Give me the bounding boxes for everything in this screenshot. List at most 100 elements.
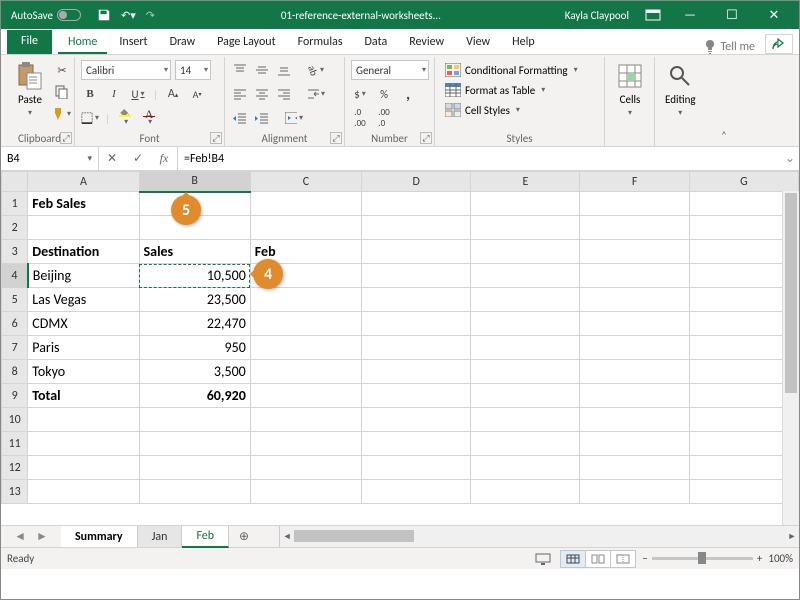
cut-icon[interactable]: ✂ xyxy=(53,61,71,79)
row-header[interactable]: 7 xyxy=(2,336,28,360)
align-left-icon[interactable] xyxy=(231,85,249,103)
merge-center-icon[interactable] xyxy=(285,109,303,127)
insert-function-button[interactable]: fx xyxy=(151,151,177,166)
page-break-view-button[interactable] xyxy=(610,550,636,568)
align-right-icon[interactable] xyxy=(275,85,293,103)
maximize-button[interactable]: ☐ xyxy=(711,1,753,29)
col-header-D[interactable]: D xyxy=(362,172,471,192)
tab-file[interactable]: File xyxy=(7,30,52,54)
font-color-button[interactable]: A xyxy=(140,109,158,127)
conditional-formatting-button[interactable]: Conditional Formatting xyxy=(441,61,582,79)
bold-button[interactable]: B xyxy=(81,85,99,103)
shrink-font-button[interactable]: A▾ xyxy=(188,85,206,103)
sheet-nav-prev[interactable]: ◄ xyxy=(14,529,26,544)
share-button[interactable] xyxy=(765,34,793,54)
sheet-tab-summary[interactable]: Summary xyxy=(61,526,138,547)
col-header-F[interactable]: F xyxy=(580,172,689,192)
user-name[interactable]: Kayla Claypool xyxy=(557,9,637,22)
enter-formula-button[interactable]: ✓ xyxy=(125,151,151,166)
autosave-toggle[interactable]: AutoSave xyxy=(5,9,87,22)
copy-icon[interactable] xyxy=(53,83,71,101)
row-header[interactable]: 4 xyxy=(2,264,28,288)
comma-format-icon[interactable]: , xyxy=(399,85,417,103)
sheet-tab-feb[interactable]: Feb xyxy=(182,526,229,548)
ribbon-options-icon[interactable] xyxy=(637,1,669,29)
fill-color-button[interactable] xyxy=(116,109,134,127)
editing-menu[interactable]: Editing ▾ xyxy=(661,59,700,120)
underline-button[interactable]: U xyxy=(129,85,147,103)
active-cell[interactable]: 10,500 xyxy=(139,264,250,288)
col-header-B[interactable]: B xyxy=(139,172,250,192)
wrap-text-icon[interactable] xyxy=(307,85,325,103)
tab-review[interactable]: Review xyxy=(399,31,454,54)
col-header-E[interactable]: E xyxy=(471,172,580,192)
minimize-button[interactable]: — xyxy=(669,1,711,29)
zoom-out-button[interactable]: − xyxy=(642,552,647,565)
number-launcher[interactable]: ⤢ xyxy=(420,132,432,144)
tab-help[interactable]: Help xyxy=(502,31,545,54)
zoom-in-button[interactable]: + xyxy=(757,552,762,565)
grow-font-button[interactable]: A▴ xyxy=(164,85,182,103)
font-launcher[interactable]: ⤢ xyxy=(210,132,222,144)
new-sheet-button[interactable]: ⊕ xyxy=(229,526,259,547)
row-header[interactable]: 10 xyxy=(2,408,28,432)
row-header[interactable]: 2 xyxy=(2,216,28,240)
percent-format-icon[interactable]: % xyxy=(375,85,393,103)
row-header[interactable]: 3 xyxy=(2,240,28,264)
increase-decimal-icon[interactable]: .0.00 xyxy=(351,109,369,127)
row-header[interactable]: 13 xyxy=(2,480,28,504)
select-all-corner[interactable] xyxy=(2,172,28,192)
sheet-nav-next[interactable]: ► xyxy=(36,529,48,544)
increase-indent-icon[interactable] xyxy=(253,109,271,127)
align-center-icon[interactable] xyxy=(253,85,271,103)
font-size-combo[interactable]: 14▾ xyxy=(175,60,211,80)
sheet-tab-jan[interactable]: Jan xyxy=(138,526,183,547)
redo-icon[interactable]: ↷ xyxy=(146,9,155,22)
row-header[interactable]: 11 xyxy=(2,432,28,456)
cell[interactable]: Feb Sales xyxy=(28,192,139,216)
close-button[interactable]: ✕ xyxy=(753,1,795,29)
number-format-combo[interactable]: General▾ xyxy=(351,60,429,80)
tab-formulas[interactable]: Formulas xyxy=(288,31,353,54)
name-box[interactable]: B4▾ xyxy=(1,147,99,170)
tell-me-search[interactable]: Tell me xyxy=(704,40,755,54)
row-header[interactable]: 1 xyxy=(2,192,28,216)
tab-draw[interactable]: Draw xyxy=(160,31,206,54)
cells-menu[interactable]: Cells ▾ xyxy=(611,59,649,120)
cancel-formula-button[interactable]: ✕ xyxy=(99,151,125,166)
col-header-A[interactable]: A xyxy=(28,172,139,192)
tab-view[interactable]: View xyxy=(456,31,500,54)
zoom-level[interactable]: 100% xyxy=(768,552,793,565)
row-header[interactable]: 5 xyxy=(2,288,28,312)
format-painter-icon[interactable] xyxy=(53,105,71,123)
format-as-table-button[interactable]: Format as Table xyxy=(441,81,549,99)
collapse-ribbon-button[interactable]: ˄ xyxy=(715,57,733,146)
expand-formula-bar-button[interactable]: ⌄ xyxy=(781,147,799,170)
align-top-icon[interactable] xyxy=(231,61,249,79)
row-header[interactable]: 8 xyxy=(2,360,28,384)
col-header-C[interactable]: C xyxy=(250,172,361,192)
tab-pagelayout[interactable]: Page Layout xyxy=(207,31,285,54)
normal-view-button[interactable] xyxy=(560,550,586,568)
accounting-format-icon[interactable]: $ xyxy=(351,85,369,103)
orientation-icon[interactable]: ab xyxy=(307,61,325,79)
clipboard-launcher[interactable]: ⤢ xyxy=(60,132,72,144)
align-bottom-icon[interactable] xyxy=(275,61,293,79)
italic-button[interactable]: I xyxy=(105,85,123,103)
row-header[interactable]: 6 xyxy=(2,312,28,336)
tab-insert[interactable]: Insert xyxy=(109,31,157,54)
align-middle-icon[interactable] xyxy=(253,61,271,79)
row-header[interactable]: 9 xyxy=(2,384,28,408)
tab-home[interactable]: Home xyxy=(58,31,107,54)
vertical-scrollbar[interactable] xyxy=(782,191,799,525)
decrease-indent-icon[interactable] xyxy=(231,109,249,127)
row-header[interactable]: 12 xyxy=(2,456,28,480)
cell-styles-button[interactable]: Cell Styles xyxy=(441,101,524,119)
horizontal-scrollbar[interactable]: ◄► xyxy=(279,526,799,547)
borders-button[interactable] xyxy=(81,109,99,127)
alignment-launcher[interactable]: ⤢ xyxy=(330,132,342,144)
formula-input[interactable]: =Feb!B4 xyxy=(178,147,781,170)
paste-button[interactable]: Paste ▾ xyxy=(11,59,49,120)
col-header-G[interactable]: G xyxy=(689,172,798,192)
display-settings-icon[interactable] xyxy=(535,553,551,565)
